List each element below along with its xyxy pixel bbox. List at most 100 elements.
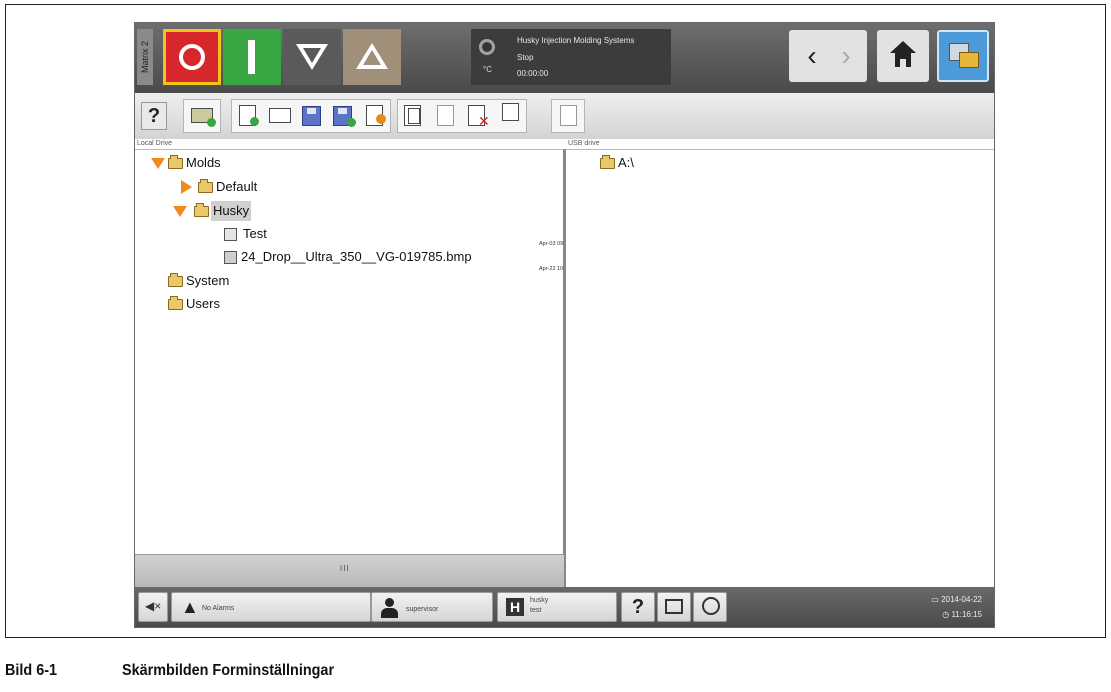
time-value: 11:16:15 — [951, 610, 982, 619]
tree-item-label: Test — [243, 226, 267, 241]
mold-sub: test — [530, 607, 542, 614]
image-file-icon — [224, 251, 237, 264]
rename-button[interactable] — [494, 100, 526, 132]
top-bar: Matrix 2 °C Husky Injection Molding Syst… — [135, 23, 994, 93]
tree-item-label: Molds — [186, 155, 221, 170]
date-value: 2014-04-22 — [941, 595, 982, 604]
import-button[interactable] — [360, 100, 392, 132]
paste-icon — [437, 105, 454, 126]
home-button[interactable] — [877, 30, 929, 82]
open-folder-icon — [269, 108, 291, 123]
screenshot-button[interactable] — [657, 592, 691, 622]
language-button[interactable] — [693, 592, 727, 622]
folder-icon — [600, 155, 615, 169]
husky-logo-icon: H — [506, 598, 524, 616]
tree-item-molds[interactable]: Molds — [149, 153, 349, 173]
folder-icon — [168, 155, 183, 169]
tree-item-label: Default — [216, 179, 258, 194]
file-toolbar: ? ✕ — [135, 93, 994, 139]
temperature-unit: °C — [483, 65, 492, 74]
add-badge-icon — [207, 118, 216, 127]
start-button[interactable] — [223, 29, 281, 85]
tree-item-label: A:\ — [618, 155, 634, 170]
forward-button[interactable]: › — [831, 38, 861, 74]
globe-icon — [702, 597, 720, 615]
start-icon — [248, 40, 255, 74]
figure-caption: Bild 6-1 Skärmbilden Forminställningar — [5, 662, 334, 680]
company-name: Husky Injection Molding Systems — [517, 36, 635, 45]
mold-setup-button[interactable] — [937, 30, 989, 82]
local-drive-tree: Molds Default Husky Test Apr-03 09:15 24… — [135, 149, 591, 554]
speaker-muted-icon: ◀× — [145, 599, 162, 613]
tree-item-label: Husky — [211, 201, 252, 221]
edit-actions-group: ✕ — [397, 99, 527, 133]
mute-button[interactable]: ◀× — [138, 592, 168, 622]
tree-item-default[interactable]: Default — [179, 177, 379, 197]
delete-button[interactable]: ✕ — [462, 100, 494, 132]
user-name: supervisor — [406, 606, 439, 613]
bottom-bar: ◀× ▲ No Alarms supervisor H husky test ?… — [135, 587, 994, 627]
back-button[interactable]: ‹ — [797, 38, 827, 74]
mold-name: husky — [530, 597, 549, 604]
triangle-up-icon — [356, 43, 388, 69]
help-button[interactable]: ? — [141, 102, 167, 130]
tree-item-husky[interactable]: Husky — [171, 201, 371, 221]
tree-item-bmp[interactable]: 24_Drop__Ultra_350__VG-019785.bmp Apr-22… — [223, 247, 591, 272]
tree-item-label: 24_Drop__Ultra_350__VG-019785.bmp — [241, 249, 472, 264]
copy-button[interactable] — [398, 100, 430, 132]
folder-icon — [168, 273, 183, 287]
folder-icon — [168, 296, 183, 310]
machine-status: °C Husky Injection Molding Systems Stop … — [471, 29, 671, 85]
mold-info-button[interactable]: H husky test — [497, 592, 617, 622]
mold-file-icon — [224, 228, 237, 241]
stop-icon — [179, 44, 205, 70]
raise-button[interactable] — [343, 29, 401, 85]
user-button[interactable]: supervisor — [371, 592, 493, 622]
help-bottom-button[interactable]: ? — [621, 592, 655, 622]
lower-button[interactable] — [283, 29, 341, 85]
tree-item-label: Users — [186, 296, 220, 311]
save-icon — [302, 106, 321, 126]
rename-icon — [502, 103, 519, 121]
new-folder-button[interactable] — [183, 99, 221, 133]
nav-group: ‹ › — [789, 30, 867, 82]
figure-title: Skärmbilden Forminställningar — [122, 662, 335, 679]
temperature-knob-icon — [479, 39, 495, 55]
tree-item-system[interactable]: System — [149, 271, 349, 291]
scroll-grip[interactable]: III — [340, 564, 350, 573]
tree-item-label: System — [186, 273, 230, 288]
triangle-down-icon — [296, 44, 328, 70]
open-button[interactable] — [264, 100, 296, 132]
hmi-screen: Matrix 2 °C Husky Injection Molding Syst… — [134, 22, 995, 628]
local-drive-label: Local Drive — [137, 140, 173, 147]
paste-button[interactable] — [430, 100, 462, 132]
warning-icon: ▲ — [181, 597, 199, 617]
tree-item-users[interactable]: Users — [149, 294, 349, 314]
screenshot-icon — [665, 599, 683, 614]
collapsed-arrow-icon[interactable] — [181, 180, 192, 194]
home-icon — [890, 41, 916, 53]
date: ▭ 2014-04-22 — [931, 595, 982, 604]
folder-icon — [194, 203, 209, 217]
time: ◷ 11:16:15 — [942, 610, 982, 619]
usb-drive-tree: A:\ — [566, 149, 994, 587]
folder-icon — [198, 179, 213, 193]
tree-item-usb-root[interactable]: A:\ — [598, 153, 798, 173]
matrix-tab[interactable]: Matrix 2 — [137, 29, 153, 85]
expanded-arrow-icon[interactable] — [173, 206, 187, 217]
alarms-button[interactable]: ▲ No Alarms — [171, 592, 371, 622]
cycle-time: 00:00:00 — [517, 69, 549, 78]
file-actions-group — [231, 99, 391, 133]
figure-number: Bild 6-1 — [5, 662, 58, 679]
usb-drive-label: USB drive — [568, 140, 600, 147]
stop-button[interactable] — [163, 29, 221, 85]
tree-item-test[interactable]: Test Apr-03 09:15 — [223, 224, 571, 247]
search-icon — [560, 105, 577, 126]
machine-state: Stop — [517, 53, 534, 62]
new-file-button[interactable] — [232, 100, 264, 132]
horizontal-scrollbar[interactable]: III — [135, 554, 564, 587]
expanded-arrow-icon[interactable] — [151, 158, 165, 169]
save-button[interactable] — [296, 100, 328, 132]
save-as-button[interactable] — [328, 100, 360, 132]
search-button[interactable] — [551, 99, 585, 133]
